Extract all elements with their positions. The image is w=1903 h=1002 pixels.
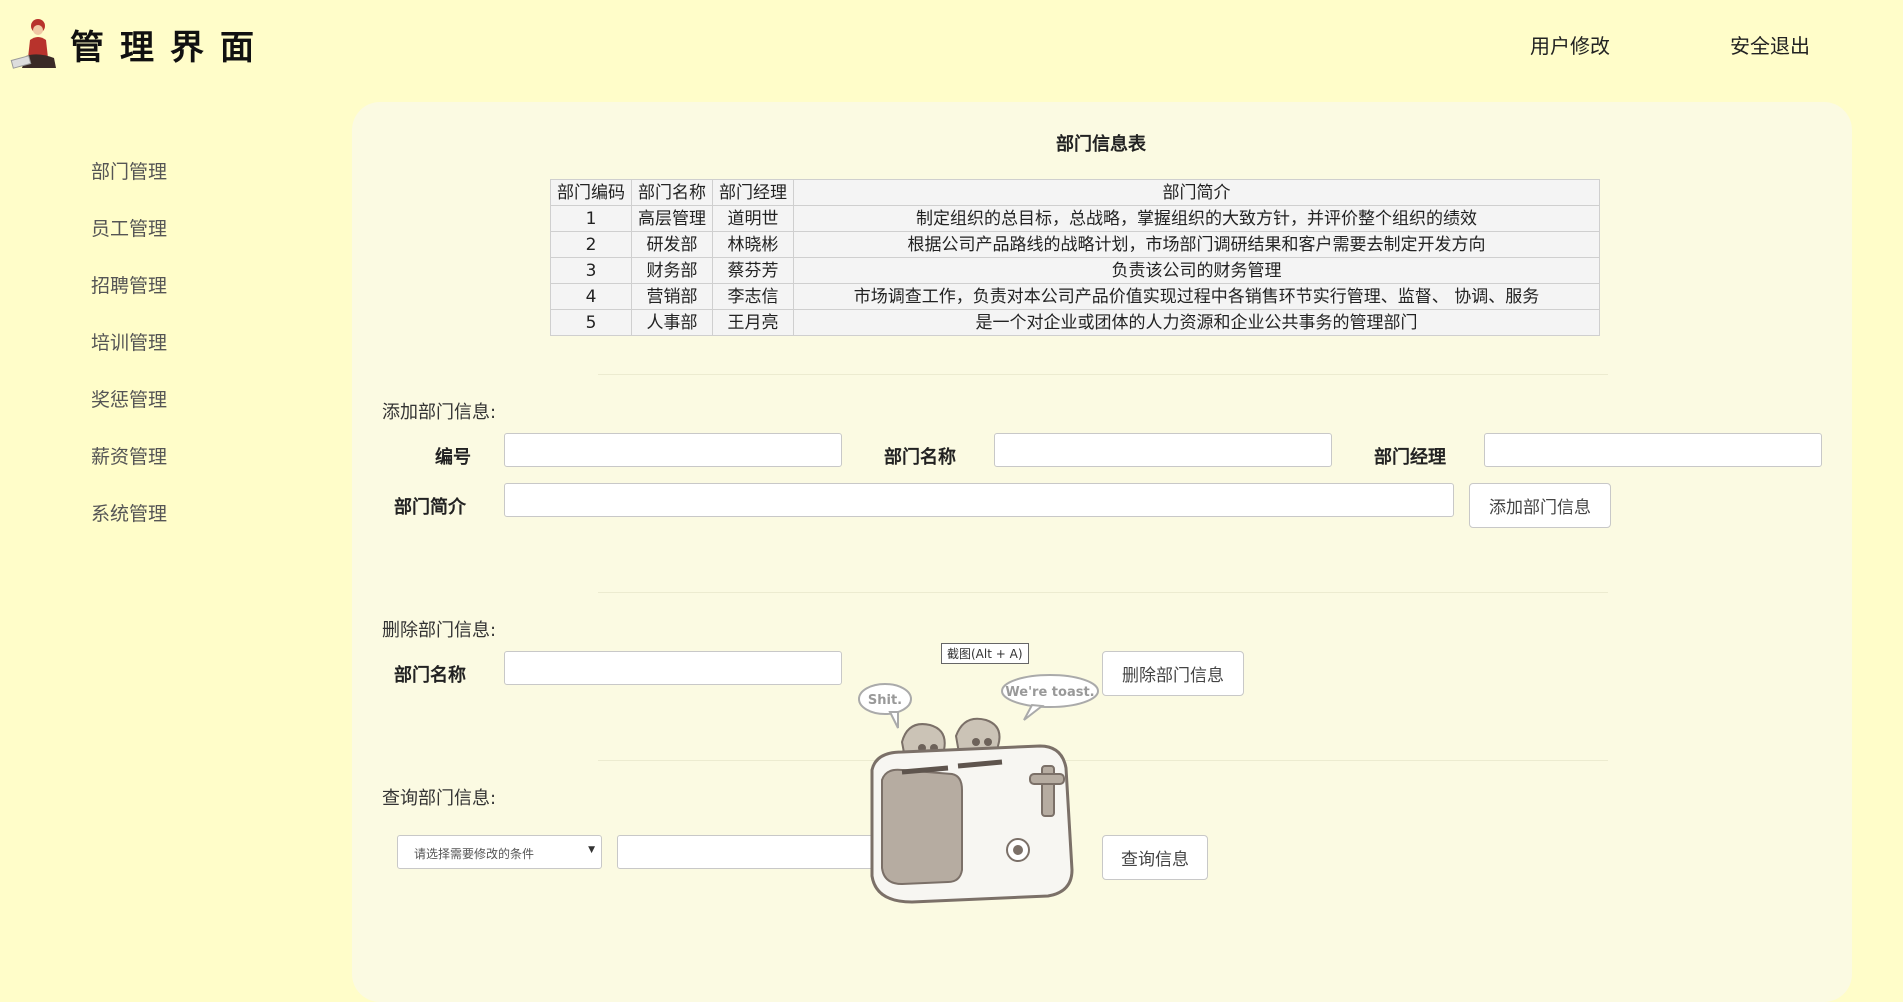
id-input[interactable]: [504, 433, 842, 467]
intro-label: 部门简介: [394, 497, 466, 518]
delete-name-input[interactable]: [504, 651, 842, 685]
sidebar-item-training[interactable]: 培训管理: [91, 328, 167, 355]
name-label: 部门名称: [884, 447, 956, 468]
logo: 管理界面: [10, 18, 270, 72]
logout-link[interactable]: 安全退出: [1730, 30, 1810, 59]
cell-code: 1: [550, 205, 632, 232]
add-section-label: 添加部门信息:: [382, 402, 497, 423]
table-row: 3 财务部 蔡芬芳 负责该公司的财务管理: [550, 257, 1600, 284]
user-edit-link[interactable]: 用户修改: [1530, 30, 1610, 59]
cell-code: 5: [550, 309, 632, 336]
intro-input[interactable]: [504, 483, 1454, 517]
table-title: 部门信息表: [1056, 134, 1146, 155]
sidebar-item-system[interactable]: 系统管理: [91, 499, 167, 526]
sidebar-item-recruitment[interactable]: 招聘管理: [91, 271, 167, 298]
app-title: 管理界面: [70, 28, 270, 68]
table-row: 4 营销部 李志信 市场调查工作，负责对本公司产品价值实现过程中各销售环节实行管…: [550, 283, 1600, 310]
column-header: 部门编码: [550, 179, 632, 206]
divider: [598, 374, 1608, 375]
table-row: 5 人事部 王月亮 是一个对企业或团体的人力资源和企业公共事务的管理部门: [550, 309, 1600, 336]
cell-code: 3: [550, 257, 632, 284]
query-input[interactable]: [617, 835, 939, 869]
department-table: 部门编码 部门名称 部门经理 部门简介 1 高层管理 道明世 制定组织的总目标，…: [550, 179, 1600, 336]
divider: [598, 760, 1608, 761]
condition-select[interactable]: 请选择需要修改的条件 ▼: [397, 835, 602, 869]
sidebar-item-salary[interactable]: 薪资管理: [91, 442, 167, 469]
cell-name: 营销部: [631, 283, 713, 310]
table-row: 1 高层管理 道明世 制定组织的总目标，总战略，掌握组织的大致方针，并评价整个组…: [550, 205, 1600, 232]
cell-name: 财务部: [631, 257, 713, 284]
column-header: 部门简介: [793, 179, 1600, 206]
cell-code: 2: [550, 231, 632, 258]
reading-girl-icon: [10, 19, 56, 69]
delete-section-label: 删除部门信息:: [382, 620, 497, 641]
column-header: 部门名称: [631, 179, 713, 206]
add-department-button[interactable]: 添加部门信息: [1469, 483, 1611, 528]
sidebar-item-department[interactable]: 部门管理: [91, 157, 167, 184]
delete-department-button[interactable]: 删除部门信息: [1102, 651, 1244, 696]
cell-intro: 市场调查工作，负责对本公司产品价值实现过程中各销售环节实行管理、监督、 协调、服…: [793, 283, 1600, 310]
id-label: 编号: [435, 447, 471, 468]
cell-manager: 林晓彬: [712, 231, 794, 258]
divider: [598, 592, 1608, 593]
table-header-row: 部门编码 部门名称 部门经理 部门简介: [550, 179, 1600, 206]
name-input[interactable]: [994, 433, 1332, 467]
cell-manager: 蔡芬芳: [712, 257, 794, 284]
query-button[interactable]: 查询信息: [1102, 835, 1208, 880]
sidebar-item-employee[interactable]: 员工管理: [91, 214, 167, 241]
table-row: 2 研发部 林晓彬 根据公司产品路线的战略计划，市场部门调研结果和客户需要去制定…: [550, 231, 1600, 258]
select-placeholder: 请选择需要修改的条件: [414, 847, 535, 861]
cell-intro: 是一个对企业或团体的人力资源和企业公共事务的管理部门: [793, 309, 1600, 336]
screenshot-tooltip: 截图(Alt + A): [941, 643, 1029, 664]
manager-label: 部门经理: [1374, 447, 1446, 468]
delete-name-label: 部门名称: [394, 665, 466, 686]
cell-name: 研发部: [631, 231, 713, 258]
cell-intro: 负责该公司的财务管理: [793, 257, 1600, 284]
header: 管理界面 用户修改 安全退出: [0, 0, 1903, 95]
chevron-down-icon: ▼: [588, 845, 595, 855]
cell-intro: 制定组织的总目标，总战略，掌握组织的大致方针，并评价整个组织的绩效: [793, 205, 1600, 232]
cell-name: 高层管理: [631, 205, 713, 232]
cell-intro: 根据公司产品路线的战略计划，市场部门调研结果和客户需要去制定开发方向: [793, 231, 1600, 258]
column-header: 部门经理: [712, 179, 794, 206]
cell-name: 人事部: [631, 309, 713, 336]
manager-input[interactable]: [1484, 433, 1822, 467]
cell-manager: 道明世: [712, 205, 794, 232]
sidebar-item-rewards[interactable]: 奖惩管理: [91, 385, 167, 412]
cell-manager: 李志信: [712, 283, 794, 310]
cell-manager: 王月亮: [712, 309, 794, 336]
query-section-label: 查询部门信息:: [382, 788, 497, 809]
cell-code: 4: [550, 283, 632, 310]
